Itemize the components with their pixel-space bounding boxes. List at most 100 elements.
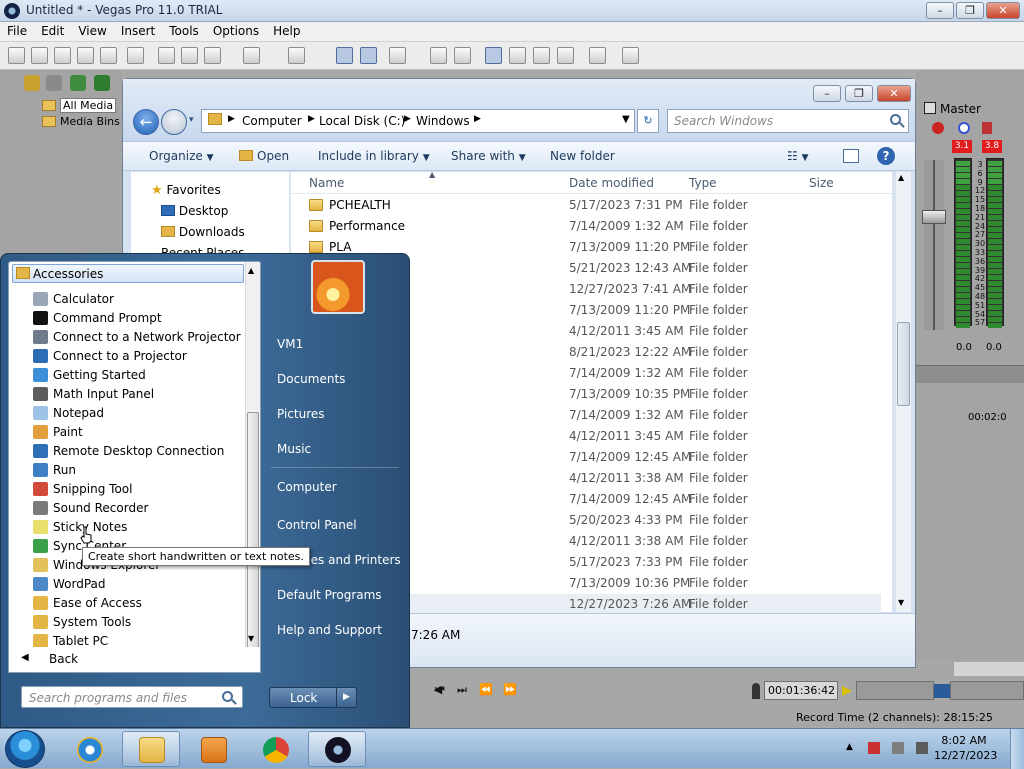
start-item-vm1[interactable]: VM1 <box>277 337 303 351</box>
refresh-icon[interactable]: ↻ <box>637 109 659 133</box>
master-fader-handle[interactable] <box>922 210 946 224</box>
program-item[interactable]: Remote Desktop Connection <box>33 442 247 461</box>
start-item-pictures[interactable]: Pictures <box>277 407 325 421</box>
scroll-down-icon[interactable]: ▼ <box>898 598 904 607</box>
column-date-modified[interactable]: Date modified <box>569 176 654 190</box>
start-search-box[interactable] <box>21 686 243 708</box>
menu-options[interactable]: Options <box>206 22 266 40</box>
restore-button[interactable]: ❐ <box>956 2 984 19</box>
program-item[interactable]: Getting Started <box>33 366 247 385</box>
start-item-documents[interactable]: Documents <box>277 372 345 386</box>
start-item-music[interactable]: Music <box>277 442 311 456</box>
explorer-search-input[interactable] <box>674 113 884 129</box>
markers-icon[interactable] <box>557 47 574 64</box>
solo-icon[interactable] <box>982 122 992 134</box>
program-item[interactable]: Snipping Tool <box>33 480 247 499</box>
file-list-scrollbar[interactable]: ▲ ▼ <box>895 172 911 612</box>
nav-downloads[interactable]: Downloads <box>161 225 245 239</box>
chevron-right-icon[interactable]: ▶ <box>404 114 411 124</box>
lock-envelopes-icon[interactable] <box>509 47 526 64</box>
fx-icon[interactable] <box>932 122 944 134</box>
program-item[interactable]: Connect to a Projector <box>33 347 247 366</box>
programs-scroll-thumb[interactable] <box>247 412 259 648</box>
back-button[interactable]: ◀ Back <box>8 647 261 673</box>
import-media-icon[interactable] <box>24 75 40 91</box>
user-picture[interactable] <box>311 260 365 314</box>
media-bins-node[interactable]: Media Bins <box>42 115 120 128</box>
new-project-icon[interactable] <box>8 47 25 64</box>
address-computer[interactable]: Computer <box>242 114 302 128</box>
go-to-start-icon[interactable]: ⏮ <box>432 683 448 699</box>
scroll-down-icon[interactable]: ▼ <box>248 634 254 643</box>
taskbar-windows-explorer[interactable] <box>122 731 180 767</box>
program-item[interactable]: Sound Recorder <box>33 499 247 518</box>
view-options-icon[interactable]: ☷ ▼ <box>787 149 809 163</box>
tray-expand-icon[interactable]: ▲ <box>846 742 858 754</box>
get-media-icon[interactable] <box>70 75 86 91</box>
taskbar-chrome[interactable] <box>246 731 304 767</box>
all-media-node[interactable]: All Media <box>42 98 117 113</box>
save-as-icon[interactable] <box>77 47 94 64</box>
menu-insert[interactable]: Insert <box>114 22 162 40</box>
taskbar-media-player[interactable] <box>184 731 242 767</box>
volume-icon[interactable] <box>916 742 928 754</box>
close-button[interactable]: ✕ <box>986 2 1020 19</box>
render-icon[interactable] <box>100 47 117 64</box>
copy-icon[interactable] <box>181 47 198 64</box>
undo-icon[interactable] <box>243 47 260 64</box>
open-icon[interactable] <box>31 47 48 64</box>
shutdown-options-arrow-icon[interactable]: ▶ <box>336 688 356 707</box>
action-center-icon[interactable] <box>868 742 880 754</box>
address-local-disk[interactable]: Local Disk (C:) <box>319 114 405 128</box>
explorer-close-button[interactable]: ✕ <box>877 85 911 102</box>
back-arrow-icon[interactable]: ← <box>133 109 159 135</box>
normal-edit-tool-icon[interactable] <box>336 47 353 64</box>
include-in-library-button[interactable]: Include in library ▼ <box>318 149 430 163</box>
network-icon[interactable] <box>892 742 904 754</box>
fast-forward-icon[interactable]: ⏩ <box>502 683 518 699</box>
program-item[interactable]: Connect to a Network Projector <box>33 328 247 347</box>
start-search-input[interactable] <box>29 690 217 705</box>
explorer-search-box[interactable] <box>667 109 909 133</box>
start-item-computer[interactable]: Computer <box>277 480 337 494</box>
chevron-right-icon[interactable]: ▶ <box>308 114 315 124</box>
cut-icon[interactable] <box>158 47 175 64</box>
start-button-orb-icon[interactable] <box>5 730 45 768</box>
address-bar[interactable]: ▶ Computer ▶ Local Disk (C:) ▶ Windows ▶… <box>201 109 635 133</box>
open-button[interactable]: Open <box>239 149 289 163</box>
column-name[interactable]: Name <box>309 176 344 190</box>
scroll-up-icon[interactable]: ▲ <box>248 266 254 275</box>
search-icon[interactable] <box>890 114 901 125</box>
help-pointer-icon[interactable] <box>622 47 639 64</box>
recent-pages-chevron-icon[interactable]: ▾ <box>189 115 194 125</box>
zoom-controls[interactable] <box>954 662 1024 676</box>
column-size[interactable]: Size <box>809 176 834 190</box>
taskbar-vegas-pro[interactable] <box>308 731 366 767</box>
start-item-default-programs[interactable]: Default Programs <box>277 588 382 602</box>
start-item-help-support[interactable]: Help and Support <box>277 623 382 637</box>
start-item-control-panel[interactable]: Control Panel <box>277 518 357 532</box>
save-icon[interactable] <box>54 47 71 64</box>
ripple-edit-icon[interactable] <box>485 47 502 64</box>
program-item[interactable]: Notepad <box>33 404 247 423</box>
program-item[interactable]: Command Prompt <box>33 309 247 328</box>
menu-file[interactable]: File <box>0 22 34 40</box>
preview-pane-icon[interactable] <box>843 149 859 163</box>
nav-desktop[interactable]: Desktop <box>161 204 228 218</box>
accessories-folder[interactable]: Accessories <box>12 264 244 283</box>
explorer-minimize-button[interactable]: – <box>813 85 841 102</box>
file-row[interactable]: PCHEALTH 5/17/2023 7:31 PM File folder <box>291 195 881 216</box>
selection-tool-icon[interactable] <box>389 47 406 64</box>
program-item[interactable]: WordPad <box>33 575 247 594</box>
envelope-tool-icon[interactable] <box>360 47 377 64</box>
menu-view[interactable]: View <box>71 22 113 40</box>
new-folder-button[interactable]: New folder <box>550 149 615 163</box>
program-item[interactable]: Paint <box>33 423 247 442</box>
address-dropdown-icon[interactable]: ▼ <box>622 114 630 125</box>
file-list-scroll-thumb[interactable] <box>897 322 910 406</box>
minimize-button[interactable]: – <box>926 2 954 19</box>
lock-button[interactable]: Lock ▶ <box>269 687 357 708</box>
brush-icon[interactable] <box>589 47 606 64</box>
address-windows[interactable]: Windows <box>416 114 470 128</box>
ignore-grouping-icon[interactable] <box>533 47 550 64</box>
